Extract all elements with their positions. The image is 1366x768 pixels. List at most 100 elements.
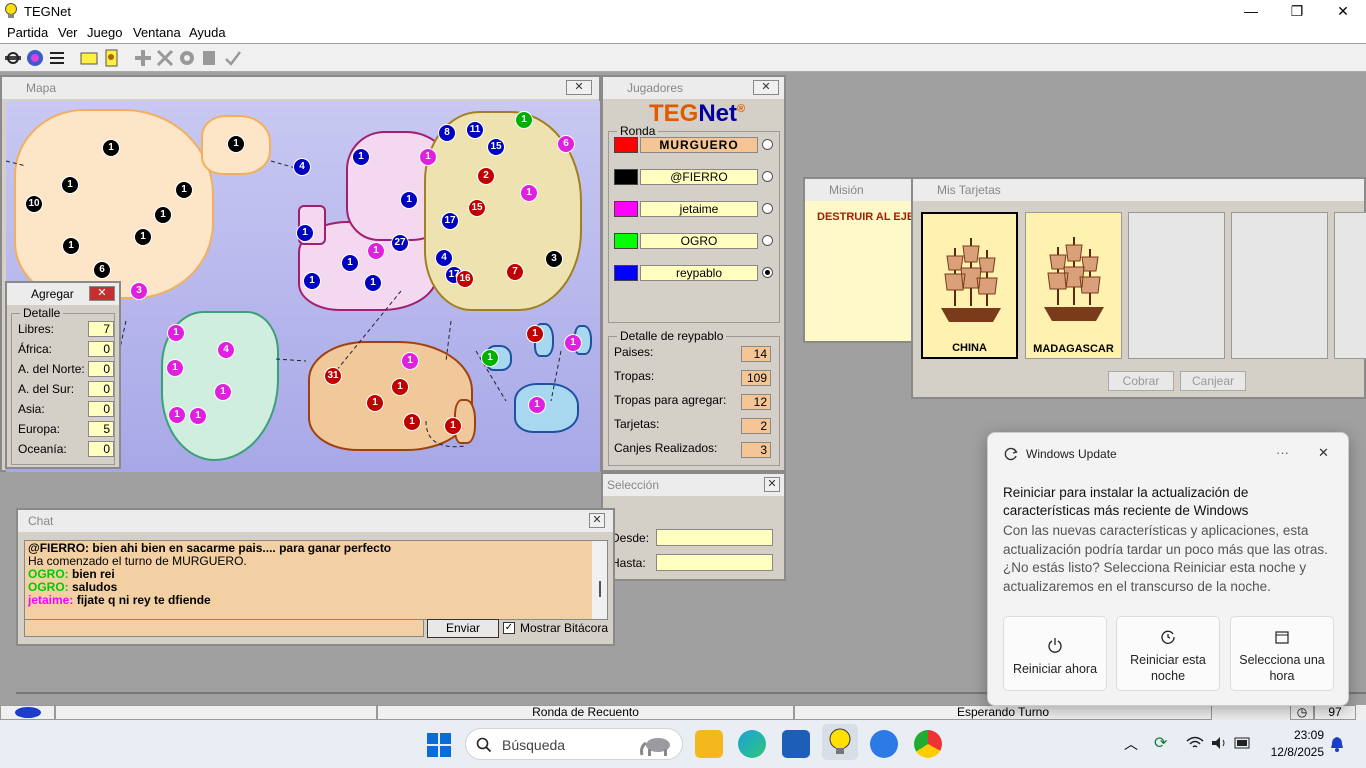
army-chip[interactable]: 1 [364, 274, 382, 292]
store-icon[interactable] [782, 730, 810, 758]
teg-taskbar-icon[interactable] [822, 724, 858, 760]
player-row[interactable]: @FIERRO [614, 169, 776, 185]
connect-icon[interactable] [3, 48, 23, 68]
app-icon-dots[interactable] [870, 730, 898, 758]
player-radio[interactable] [762, 139, 773, 150]
close-button[interactable]: ✕ [1320, 0, 1366, 22]
army-chip[interactable]: 1 [352, 148, 370, 166]
toast-more-button[interactable]: ··· [1276, 445, 1289, 460]
army-chip[interactable]: 2 [477, 167, 495, 185]
army-chip[interactable]: 1 [189, 407, 207, 425]
army-chip[interactable]: 1 [515, 111, 533, 129]
army-chip[interactable]: 1 [391, 378, 409, 396]
army-chip[interactable]: 1 [528, 396, 546, 414]
start-icon[interactable] [427, 733, 451, 757]
army-chip[interactable]: 1 [520, 184, 538, 202]
list-icon[interactable] [47, 48, 67, 68]
map-close-button[interactable]: ✕ [566, 80, 592, 95]
edge-icon[interactable] [738, 730, 766, 758]
menu-partida[interactable]: Partida [7, 25, 48, 40]
menu-ayuda[interactable]: Ayuda [189, 25, 226, 40]
add-icon[interactable] [133, 48, 153, 68]
player-row[interactable]: jetaime [614, 201, 776, 217]
army-chip[interactable]: 6 [557, 135, 575, 153]
army-chip[interactable]: 1 [61, 176, 79, 194]
army-chip[interactable]: 8 [438, 124, 456, 142]
army-chip[interactable]: 1 [367, 242, 385, 260]
volume-icon[interactable] [1210, 736, 1228, 750]
show-log-checkbox[interactable]: ✓ [503, 622, 515, 634]
army-chip[interactable]: 3 [130, 282, 148, 300]
menu-juego[interactable]: Juego [87, 25, 122, 40]
minimize-button[interactable]: — [1228, 0, 1274, 22]
jugadores-close-button[interactable]: ✕ [753, 80, 779, 95]
army-chip[interactable]: 1 [366, 394, 384, 412]
army-chip[interactable]: 11 [466, 121, 484, 139]
wifi-icon[interactable] [1186, 736, 1204, 750]
army-chip[interactable]: 16 [456, 270, 474, 288]
menu-ventana[interactable]: Ventana [133, 25, 181, 40]
disconnect-icon[interactable] [25, 48, 45, 68]
chat-close-button[interactable]: ✕ [589, 513, 605, 528]
get-card-icon[interactable] [199, 48, 219, 68]
restart-now-button[interactable]: Reiniciar ahora [1003, 616, 1107, 691]
army-chip[interactable]: 1 [227, 135, 245, 153]
file-explorer-icon[interactable] [695, 730, 723, 758]
chat-input[interactable] [24, 619, 424, 637]
battery-icon[interactable] [1234, 737, 1252, 749]
army-chip[interactable]: 15 [468, 199, 486, 217]
army-chip[interactable]: 1 [481, 349, 499, 367]
army-chip[interactable]: 4 [293, 158, 311, 176]
army-chip[interactable]: 27 [391, 234, 409, 252]
army-chip[interactable]: 6 [93, 261, 111, 279]
army-chip[interactable]: 1 [154, 206, 172, 224]
army-chip[interactable]: 4 [217, 341, 235, 359]
pick-time-button[interactable]: Selecciona una hora [1230, 616, 1334, 691]
army-chip[interactable]: 1 [62, 237, 80, 255]
taskbar-search[interactable]: Búsqueda [465, 728, 683, 760]
army-chip[interactable]: 1 [564, 334, 582, 352]
army-chip[interactable]: 7 [506, 263, 524, 281]
army-chip[interactable]: 1 [102, 139, 120, 157]
attack-icon[interactable] [155, 48, 175, 68]
army-chip[interactable]: 1 [401, 352, 419, 370]
restart-tonight-button[interactable]: Reiniciar esta noche [1116, 616, 1220, 691]
army-chip[interactable]: 1 [175, 181, 193, 199]
send-button[interactable]: Enviar [427, 619, 499, 638]
tray-expand-icon[interactable]: ︿ [1124, 734, 1138, 754]
army-chip[interactable]: 17 [441, 212, 459, 230]
agregar-close-button[interactable]: ✕ [89, 286, 115, 301]
army-chip[interactable]: 1 [168, 406, 186, 424]
army-chip[interactable]: 10 [25, 195, 43, 213]
army-chip[interactable]: 1 [303, 272, 321, 290]
sync-icon[interactable]: ⟳ [1154, 733, 1167, 753]
player-row[interactable]: reypablo [614, 265, 776, 281]
chrome-icon[interactable] [914, 730, 942, 758]
end-turn-icon[interactable] [223, 48, 243, 68]
player-row[interactable]: MURGUERO [614, 137, 776, 153]
army-chip[interactable]: 1 [296, 224, 314, 242]
player-radio[interactable] [762, 171, 773, 182]
player-radio[interactable] [762, 203, 773, 214]
army-chip[interactable]: 31 [324, 367, 342, 385]
army-chip[interactable]: 1 [341, 254, 359, 272]
army-chip[interactable]: 4 [435, 249, 453, 267]
army-chip[interactable]: 1 [167, 324, 185, 342]
seleccion-close-button[interactable]: ✕ [764, 477, 780, 492]
card-madagascar[interactable]: MADAGASCAR [1025, 212, 1122, 359]
army-chip[interactable]: 1 [214, 383, 232, 401]
army-chip[interactable]: 1 [526, 325, 544, 343]
player-radio[interactable] [762, 235, 773, 246]
army-chip[interactable]: 3 [545, 250, 563, 268]
player-row[interactable]: OGRO [614, 233, 776, 249]
maximize-button[interactable]: ❐ [1274, 0, 1320, 22]
player-radio[interactable] [762, 267, 773, 278]
army-chip[interactable]: 1 [166, 359, 184, 377]
menu-ver[interactable]: Ver [58, 25, 78, 40]
army-chip[interactable]: 15 [487, 138, 505, 156]
card-china[interactable]: CHINA [921, 212, 1018, 359]
army-chip[interactable]: 1 [419, 148, 437, 166]
taskbar-date[interactable]: 12/8/2025 [1258, 745, 1324, 759]
cards-icon[interactable] [101, 48, 121, 68]
notification-bell-icon[interactable] [1330, 736, 1344, 752]
